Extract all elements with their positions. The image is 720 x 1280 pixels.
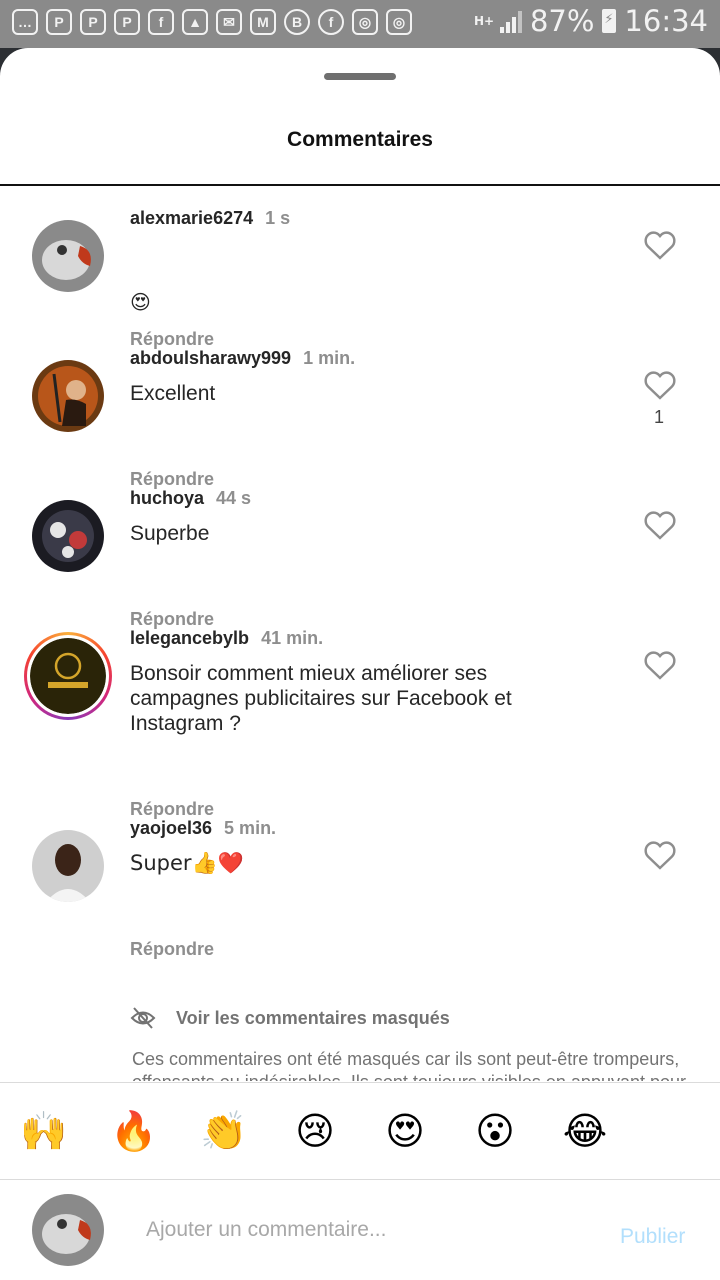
comment-time: 5 min. [224,818,277,838]
p-icon: P [80,9,106,35]
avatar-story-ring[interactable] [24,632,112,720]
instagram-icon: ◎ [386,9,412,35]
network-type-icon: H+ [473,14,495,28]
b-icon: B [284,9,310,35]
avatar[interactable] [32,360,104,432]
heart-icon[interactable] [643,230,677,260]
comment-text: Excellent [130,382,216,405]
avatar[interactable] [32,220,104,292]
reply-button[interactable]: Répondre [130,939,214,960]
heart-icon[interactable] [643,370,677,400]
status-bar: … P P P f ▲ ✉ M B f ◎ ◎ H+ 87% 16:34 [0,0,720,48]
p-icon: P [114,9,140,35]
comment-composer: Publier [0,1180,720,1280]
avatar-image [32,1194,104,1266]
emoji-quick-bar: 🙌 🔥 👏 😢 😍 😮 😂 [0,1082,720,1180]
avatar-image [32,360,104,432]
clapping-hands-emoji[interactable]: 👏 [198,1107,250,1155]
comment-item: lelegancebylb 41 min. Bonsoir comment mie… [0,606,720,819]
heart-icon[interactable] [643,510,677,540]
publish-button[interactable]: Publier [620,1225,685,1249]
current-user-avatar [32,1194,104,1266]
comment-text: Superbe [130,522,210,545]
surprised-face-emoji[interactable]: 😮 [469,1107,521,1155]
fire-emoji[interactable]: 🔥 [108,1107,160,1155]
comment-input[interactable] [144,1206,588,1254]
comment-time: 1 min. [303,348,356,368]
email-icon: ✉ [216,9,242,35]
battery-percent: 87% [529,4,595,38]
drag-handle[interactable] [324,73,396,80]
comment-time: 41 min. [261,628,324,648]
comment-item: abdoulsharawy999 1 min. Excellent Répondr… [0,326,720,489]
comment-list[interactable]: alexmarie62741 s 😍 Répondre abdoulshara [0,186,720,1081]
clock: 16:34 [624,4,708,38]
comment-username[interactable]: huchoya [130,488,204,508]
eye-slash-icon [130,1007,156,1029]
comments-sheet: Commentaires alexmarie6274 1 s 😍 Répondre [0,48,720,1280]
avatar[interactable] [32,830,104,902]
avatar-image [32,830,104,902]
avatar-image [32,220,104,292]
comment-username[interactable]: alexmarie6274 [130,208,253,228]
instagram-icon: ◎ [352,9,378,35]
gallery-icon: ▲ [182,9,208,35]
comment-username[interactable]: lelegancebylb [130,628,249,648]
notification-icons: … P P P f ▲ ✉ M B f ◎ ◎ [12,9,412,35]
heart-icon[interactable] [643,840,677,870]
comment-time: 1 s [265,208,291,228]
comment-text: Bonsoir comment mieux améliorer ses camp… [130,662,512,735]
sheet-title: Commentaires [287,128,433,151]
heart-icon[interactable] [643,650,677,680]
battery-charging-icon [602,9,617,33]
p-icon: P [46,9,72,35]
heart-eyes-emoji[interactable]: 😍 [379,1107,431,1155]
tears-of-joy-emoji[interactable]: 😂 [559,1107,611,1155]
signal-icon [499,9,522,33]
messages-icon: … [12,9,38,35]
like-count[interactable]: 1 [640,407,678,428]
comment-text: Super👍❤️ [130,851,244,875]
hidden-comments-note: Ces commentaires ont été masqués car ils… [132,1049,686,1081]
comment-username[interactable]: yaojoel36 [130,818,212,838]
view-hidden-comments-button[interactable]: Voir les commentaires masqués [130,1006,450,1030]
facebook-circle-icon: f [318,9,344,35]
gmail-icon: M [250,9,276,35]
comment-text: 😍 [130,290,151,314]
comment-item: alexmarie6274 1 s 😍 Répondre [0,186,720,349]
raising-hands-emoji[interactable]: 🙌 [18,1107,70,1155]
comment-username[interactable]: abdoulsharawy999 [130,348,291,368]
comment-time: 44 s [216,488,252,508]
comment-item: yaojoel36 5 min. Super👍❤️ Répondre [0,796,720,959]
comment-item: huchoya 44 s Superbe Répondre [0,466,720,629]
view-hidden-comments-label: Voir les commentaires masqués [176,1007,450,1028]
avatar-image [32,500,104,572]
facebook-icon: f [148,9,174,35]
avatar-image [30,638,106,714]
avatar[interactable] [32,500,104,572]
crying-face-emoji[interactable]: 😢 [289,1107,341,1155]
